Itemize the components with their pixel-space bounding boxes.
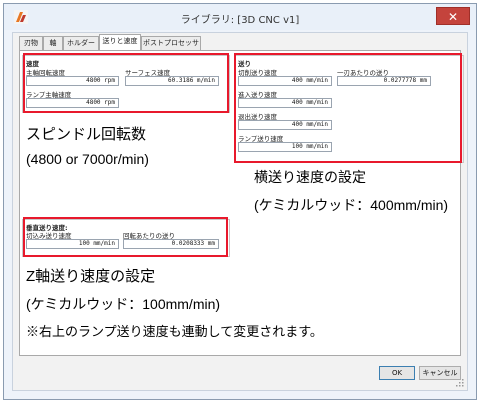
feed-highlight-box [234, 53, 462, 163]
close-button[interactable]: ✕ [436, 7, 470, 25]
tab-post-processor[interactable]: ポストプロセッサ [141, 36, 201, 50]
spindle-annotation-detail: (4800 or 7000r/min) [26, 151, 149, 167]
window-title: ライブラリ: [3D CNC v1] [180, 15, 300, 26]
ok-button[interactable]: OK [379, 366, 415, 380]
plunge-highlight-box [23, 217, 228, 257]
tab-shaft[interactable]: 軸 [43, 36, 63, 50]
title-bar: ライブラリ: [3D CNC v1] ✕ [4, 4, 476, 30]
cancel-button[interactable]: キャンセル [419, 366, 461, 380]
feeds-speeds-panel: 速度 主軸回転速度 4800 rpm サーフェス速度 60.3186 m/min… [19, 50, 464, 356]
dialog-body: 刃物 軸 ホルダー 送りと速度 ポストプロセッサ 速度 主軸回転速度 4800 … [12, 32, 468, 391]
spindle-highlight-box [23, 53, 229, 113]
library-dialog: ライブラリ: [3D CNC v1] ✕ 刃物 軸 ホルダー 送りと速度 ポスト… [3, 3, 477, 400]
feed-annotation-detail: (ケミカルウッド：400mm/min) [254, 197, 449, 213]
tab-feeds-speeds[interactable]: 送りと速度 [99, 34, 141, 50]
z-annotation-title: Z軸送り速度の設定 [26, 268, 156, 285]
z-annotation-note: ※右上のランプ送り速度も連動して変更されます。 [26, 324, 323, 339]
tab-tool[interactable]: 刃物 [19, 36, 43, 50]
feed-annotation-title: 横送り速度の設定 [254, 169, 366, 185]
tab-holder[interactable]: ホルダー [63, 36, 99, 50]
z-annotation-detail: (ケミカルウッド：100mm/min) [26, 296, 221, 312]
spindle-annotation-title: スピンドル回転数 [26, 126, 147, 143]
resize-grip-icon[interactable] [456, 379, 464, 387]
